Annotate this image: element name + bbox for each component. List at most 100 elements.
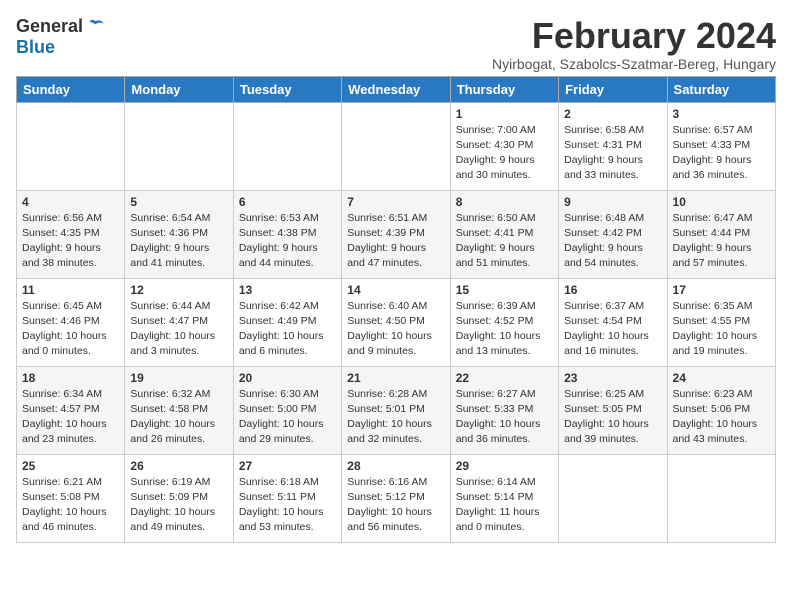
day-number: 25 xyxy=(22,459,119,473)
day-info: Sunrise: 6:14 AMSunset: 5:14 PMDaylight:… xyxy=(456,475,553,536)
day-number: 7 xyxy=(347,195,444,209)
day-number: 3 xyxy=(673,107,770,121)
calendar-week-row: 4 Sunrise: 6:56 AMSunset: 4:35 PMDaylight… xyxy=(17,190,776,278)
location-subtitle: Nyirbogat, Szabolcs-Szatmar-Bereg, Hunga… xyxy=(492,56,776,72)
day-header-sunday: Sunday xyxy=(17,76,125,102)
day-info: Sunrise: 6:51 AMSunset: 4:39 PMDaylight:… xyxy=(347,211,444,272)
page-header: General Blue February 2024 Nyirbogat, Sz… xyxy=(16,16,776,72)
day-number: 10 xyxy=(673,195,770,209)
day-number: 26 xyxy=(130,459,227,473)
calendar-table: SundayMondayTuesdayWednesdayThursdayFrid… xyxy=(16,76,776,543)
day-number: 13 xyxy=(239,283,336,297)
day-info: Sunrise: 6:37 AMSunset: 4:54 PMDaylight:… xyxy=(564,299,661,360)
day-info: Sunrise: 6:58 AMSunset: 4:31 PMDaylight:… xyxy=(564,123,661,184)
calendar-cell xyxy=(342,102,450,190)
day-header-wednesday: Wednesday xyxy=(342,76,450,102)
calendar-week-row: 11Sunrise: 6:45 AMSunset: 4:46 PMDayligh… xyxy=(17,278,776,366)
day-info: Sunrise: 6:56 AMSunset: 4:35 PMDaylight:… xyxy=(22,211,119,272)
calendar-cell xyxy=(559,454,667,542)
day-header-saturday: Saturday xyxy=(667,76,775,102)
day-info: Sunrise: 6:32 AMSunset: 4:58 PMDaylight:… xyxy=(130,387,227,448)
day-info: Sunrise: 6:35 AMSunset: 4:55 PMDaylight:… xyxy=(673,299,770,360)
day-number: 28 xyxy=(347,459,444,473)
day-header-monday: Monday xyxy=(125,76,233,102)
calendar-cell: 16 Sunrise: 6:37 AMSunset: 4:54 PMDayligh… xyxy=(559,278,667,366)
calendar-cell: 29 Sunrise: 6:14 AMSunset: 5:14 PMDayligh… xyxy=(450,454,558,542)
days-header-row: SundayMondayTuesdayWednesdayThursdayFrid… xyxy=(17,76,776,102)
calendar-cell: 25 Sunrise: 6:21 AMSunset: 5:08 PMDayligh… xyxy=(17,454,125,542)
calendar-cell: 14 Sunrise: 6:40 AMSunset: 4:50 PMDayligh… xyxy=(342,278,450,366)
calendar-cell: 13Sunrise: 6:42 AMSunset: 4:49 PMDayligh… xyxy=(233,278,341,366)
day-info: Sunrise: 6:16 AMSunset: 5:12 PMDaylight:… xyxy=(347,475,444,536)
day-number: 18 xyxy=(22,371,119,385)
day-number: 2 xyxy=(564,107,661,121)
calendar-cell: 27 Sunrise: 6:18 AMSunset: 5:11 PMDayligh… xyxy=(233,454,341,542)
logo-blue-text: Blue xyxy=(16,37,55,58)
day-number: 6 xyxy=(239,195,336,209)
calendar-cell: 8 Sunrise: 6:50 AMSunset: 4:41 PMDaylight… xyxy=(450,190,558,278)
calendar-cell: 23 Sunrise: 6:25 AMSunset: 5:05 PMDayligh… xyxy=(559,366,667,454)
calendar-cell: 21 Sunrise: 6:28 AMSunset: 5:01 PMDayligh… xyxy=(342,366,450,454)
calendar-cell: 19 Sunrise: 6:32 AMSunset: 4:58 PMDayligh… xyxy=(125,366,233,454)
day-number: 22 xyxy=(456,371,553,385)
day-info: Sunrise: 6:50 AMSunset: 4:41 PMDaylight:… xyxy=(456,211,553,272)
calendar-cell: 5 Sunrise: 6:54 AMSunset: 4:36 PMDaylight… xyxy=(125,190,233,278)
day-number: 23 xyxy=(564,371,661,385)
calendar-cell: 28 Sunrise: 6:16 AMSunset: 5:12 PMDayligh… xyxy=(342,454,450,542)
calendar-cell: 3 Sunrise: 6:57 AMSunset: 4:33 PMDaylight… xyxy=(667,102,775,190)
day-number: 5 xyxy=(130,195,227,209)
month-title: February 2024 xyxy=(492,16,776,56)
day-info: Sunrise: 6:53 AMSunset: 4:38 PMDaylight:… xyxy=(239,211,336,272)
day-info: Sunrise: 6:40 AMSunset: 4:50 PMDaylight:… xyxy=(347,299,444,360)
day-number: 4 xyxy=(22,195,119,209)
day-info: Sunrise: 6:28 AMSunset: 5:01 PMDaylight:… xyxy=(347,387,444,448)
calendar-cell: 20Sunrise: 6:30 AMSunset: 5:00 PMDayligh… xyxy=(233,366,341,454)
calendar-cell: 11Sunrise: 6:45 AMSunset: 4:46 PMDayligh… xyxy=(17,278,125,366)
day-number: 1 xyxy=(456,107,553,121)
day-info: Sunrise: 6:39 AMSunset: 4:52 PMDaylight:… xyxy=(456,299,553,360)
calendar-cell: 15 Sunrise: 6:39 AMSunset: 4:52 PMDayligh… xyxy=(450,278,558,366)
calendar-cell xyxy=(125,102,233,190)
day-info: Sunrise: 6:18 AMSunset: 5:11 PMDaylight:… xyxy=(239,475,336,536)
day-info: Sunrise: 6:57 AMSunset: 4:33 PMDaylight:… xyxy=(673,123,770,184)
day-number: 11 xyxy=(22,283,119,297)
day-number: 15 xyxy=(456,283,553,297)
day-info: Sunrise: 6:27 AMSunset: 5:33 PMDaylight:… xyxy=(456,387,553,448)
day-number: 12 xyxy=(130,283,227,297)
day-info: Sunrise: 6:25 AMSunset: 5:05 PMDaylight:… xyxy=(564,387,661,448)
day-info: Sunrise: 6:21 AMSunset: 5:08 PMDaylight:… xyxy=(22,475,119,536)
calendar-cell xyxy=(17,102,125,190)
calendar-cell xyxy=(233,102,341,190)
day-number: 24 xyxy=(673,371,770,385)
day-info: Sunrise: 6:23 AMSunset: 5:06 PMDaylight:… xyxy=(673,387,770,448)
calendar-cell: 26 Sunrise: 6:19 AMSunset: 5:09 PMDayligh… xyxy=(125,454,233,542)
day-info: Sunrise: 6:30 AMSunset: 5:00 PMDaylight:… xyxy=(239,387,336,448)
logo-bird-icon xyxy=(87,17,107,37)
calendar-cell: 6 Sunrise: 6:53 AMSunset: 4:38 PMDaylight… xyxy=(233,190,341,278)
day-info: Sunrise: 6:54 AMSunset: 4:36 PMDaylight:… xyxy=(130,211,227,272)
logo: General Blue xyxy=(16,16,107,58)
logo-general-text: General xyxy=(16,16,83,37)
calendar-cell: 18Sunrise: 6:34 AMSunset: 4:57 PMDayligh… xyxy=(17,366,125,454)
day-info: Sunrise: 6:19 AMSunset: 5:09 PMDaylight:… xyxy=(130,475,227,536)
calendar-cell: 9 Sunrise: 6:48 AMSunset: 4:42 PMDaylight… xyxy=(559,190,667,278)
calendar-cell: 4 Sunrise: 6:56 AMSunset: 4:35 PMDaylight… xyxy=(17,190,125,278)
day-number: 8 xyxy=(456,195,553,209)
day-info: Sunrise: 6:47 AMSunset: 4:44 PMDaylight:… xyxy=(673,211,770,272)
day-number: 19 xyxy=(130,371,227,385)
calendar-week-row: 18Sunrise: 6:34 AMSunset: 4:57 PMDayligh… xyxy=(17,366,776,454)
day-number: 17 xyxy=(673,283,770,297)
day-info: Sunrise: 6:48 AMSunset: 4:42 PMDaylight:… xyxy=(564,211,661,272)
day-number: 29 xyxy=(456,459,553,473)
day-number: 9 xyxy=(564,195,661,209)
calendar-cell: 24 Sunrise: 6:23 AMSunset: 5:06 PMDayligh… xyxy=(667,366,775,454)
calendar-week-row: 25 Sunrise: 6:21 AMSunset: 5:08 PMDayligh… xyxy=(17,454,776,542)
day-header-thursday: Thursday xyxy=(450,76,558,102)
calendar-cell: 1 Sunrise: 7:00 AMSunset: 4:30 PMDaylight… xyxy=(450,102,558,190)
day-number: 16 xyxy=(564,283,661,297)
day-number: 14 xyxy=(347,283,444,297)
day-number: 27 xyxy=(239,459,336,473)
day-number: 21 xyxy=(347,371,444,385)
day-info: Sunrise: 7:00 AMSunset: 4:30 PMDaylight:… xyxy=(456,123,553,184)
day-info: Sunrise: 6:44 AMSunset: 4:47 PMDaylight:… xyxy=(130,299,227,360)
